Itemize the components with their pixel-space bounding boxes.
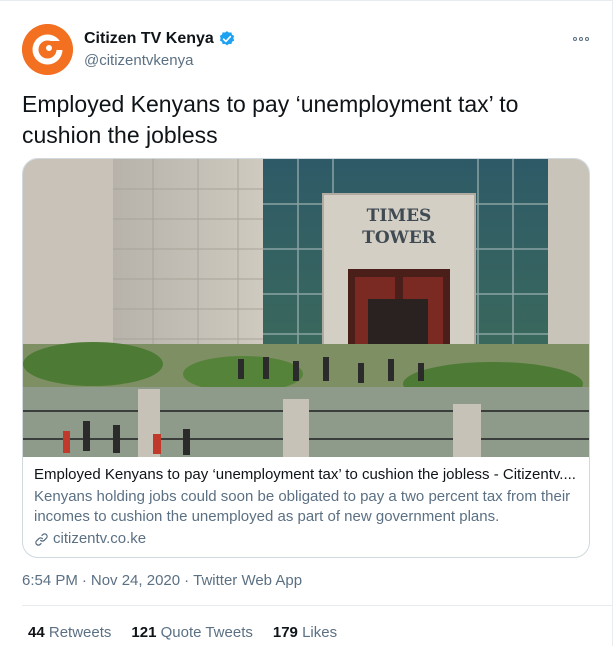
display-name[interactable]: Citizen TV Kenya	[84, 30, 214, 48]
card-description: Kenyans holding jobs could soon be oblig…	[34, 488, 571, 525]
meta-separator: ·	[184, 572, 190, 589]
card-domain-text: citizentv.co.ke	[53, 530, 147, 547]
quote-tweets-stat[interactable]: 121 Quote Tweets	[131, 624, 252, 641]
more-dot-icon	[585, 37, 589, 41]
tweet-text: Employed Kenyans to pay ‘unemployment ta…	[22, 91, 519, 148]
more-dot-icon	[573, 37, 577, 41]
avatar[interactable]	[22, 24, 73, 75]
tweet-source[interactable]: Twitter Web App	[193, 572, 302, 589]
card-image: TIMES TOWER	[23, 159, 589, 457]
engagement-stats: 44 Retweets 121 Quote Tweets 179 Likes	[28, 624, 337, 641]
card-domain: citizentv.co.ke	[34, 529, 584, 549]
name-row: Citizen TV Kenya	[84, 30, 236, 48]
quote-tweets-count: 121	[131, 624, 157, 641]
link-icon	[35, 532, 48, 546]
meta-separator: ·	[81, 572, 87, 589]
likes-label: Likes	[302, 624, 338, 641]
quote-tweets-label: Quote Tweets	[160, 624, 253, 641]
more-options-button[interactable]	[566, 29, 596, 49]
sign-line-1: TIMES	[367, 206, 432, 226]
likes-count: 179	[272, 624, 298, 641]
tweet-date[interactable]: Nov 24, 2020	[91, 572, 180, 589]
likes-stat[interactable]: 179 Likes	[273, 624, 337, 641]
tweet-meta: 6:54 PM · Nov 24, 2020 · Twitter Web App	[22, 572, 302, 589]
citizen-tv-logo-icon	[22, 24, 73, 75]
link-card[interactable]: TIMES TOWER Employed Kenyans to pay ‘une…	[22, 158, 590, 558]
tweet-time[interactable]: 6:54 PM	[22, 572, 78, 589]
card-title: Employed Kenyans to pay ‘unemployment ta…	[34, 466, 576, 483]
verified-badge-icon	[219, 31, 234, 46]
divider	[22, 605, 612, 606]
tweet-container: Citizen TV Kenya @citizentvkenya Employe…	[0, 0, 613, 646]
account-handle[interactable]: @citizentvkenya	[84, 52, 193, 69]
more-dot-icon	[579, 37, 583, 41]
times-tower-photo: TIMES TOWER	[23, 159, 589, 457]
card-body: Employed Kenyans to pay ‘unemployment ta…	[34, 465, 584, 549]
retweets-label: Retweets	[48, 624, 112, 641]
retweets-count: 44	[28, 624, 45, 641]
sign-line-2: TOWER	[362, 228, 437, 248]
retweets-stat[interactable]: 44 Retweets	[28, 624, 111, 641]
